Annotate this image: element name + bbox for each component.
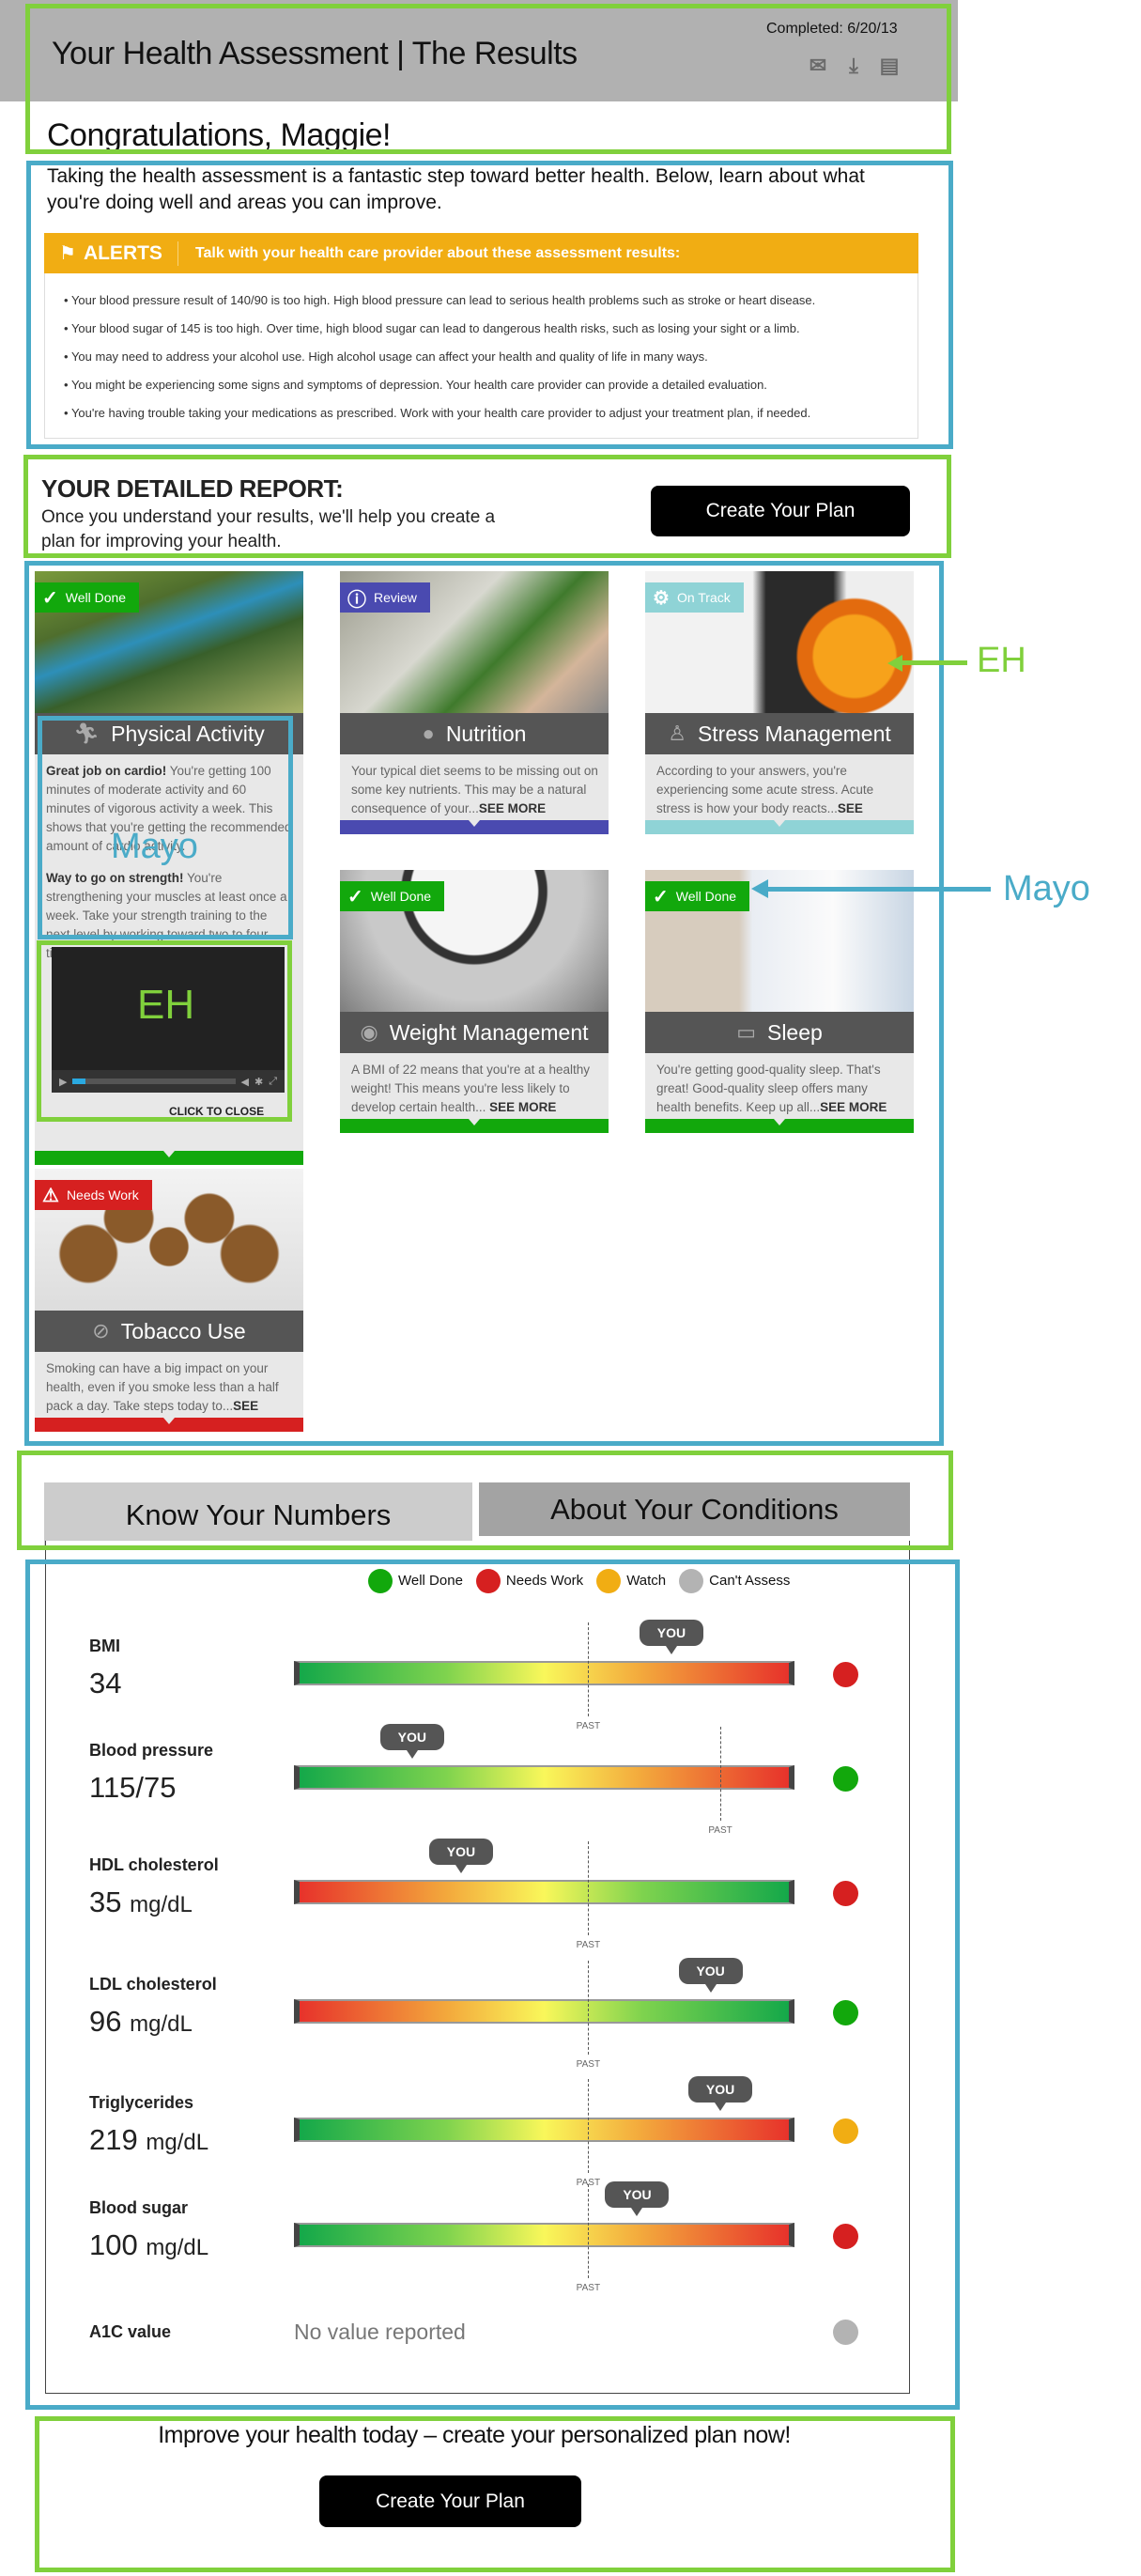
annotation-label-mayo: Mayo	[111, 827, 198, 866]
annotation-label-eh: EH	[137, 982, 195, 1028]
annotation-arrowhead	[887, 655, 902, 672]
annotation-box-eh	[35, 2416, 955, 2572]
annotation-box-eh	[23, 455, 951, 558]
annotation-box-eh	[25, 4, 951, 154]
annotation-label-eh: EH	[977, 641, 1026, 680]
annotation-arrow	[902, 660, 967, 665]
annotation-arrowhead	[751, 879, 768, 898]
annotation-box-eh	[37, 940, 292, 1122]
annotation-label-mayo: Mayo	[1003, 869, 1090, 908]
annotation-box-eh	[17, 1451, 953, 1550]
annotation-box-mayo	[25, 1560, 960, 2410]
annotation-box-mayo	[26, 161, 953, 449]
annotation-arrow	[765, 887, 991, 892]
